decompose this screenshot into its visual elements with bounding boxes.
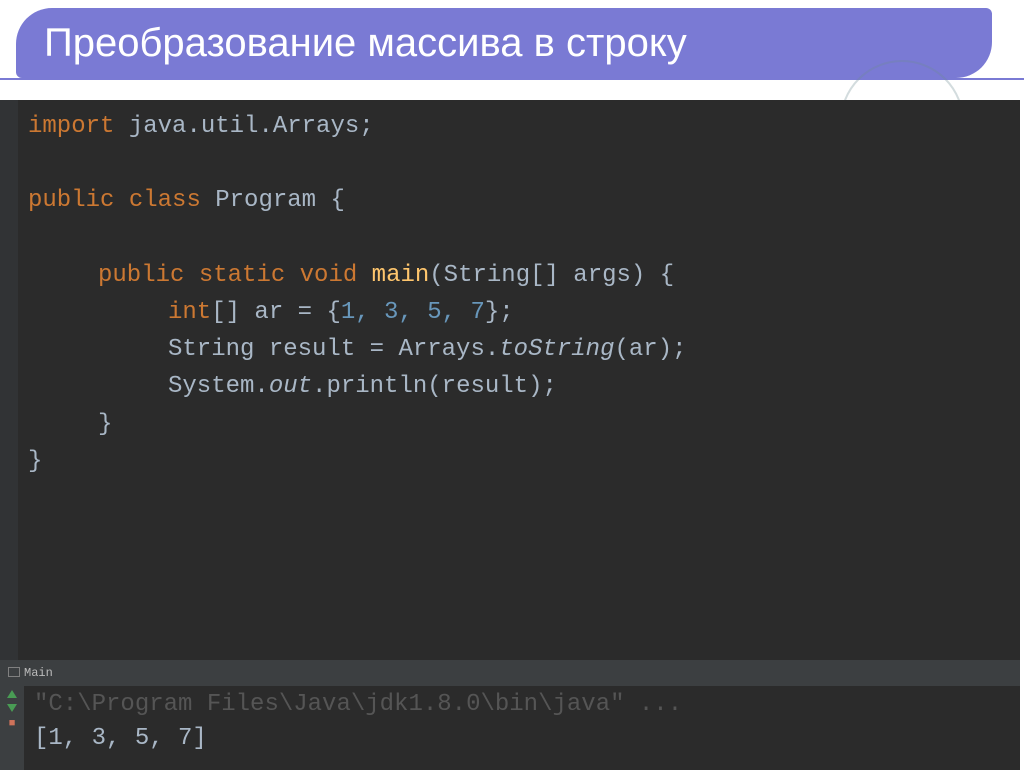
rerun-up-icon[interactable] bbox=[7, 690, 17, 698]
keyword-static: static bbox=[199, 262, 285, 289]
string-result-b: (ar); bbox=[614, 336, 686, 363]
code-line: public static void main(String[] args) { bbox=[28, 257, 1020, 294]
code-line: System.out.println(result); bbox=[28, 368, 1020, 405]
println-call: .println(result); bbox=[312, 373, 557, 400]
title-background: Преобразование массива в строку bbox=[16, 8, 992, 78]
code-content: import java.util.Arrays; public class Pr… bbox=[28, 108, 1020, 480]
run-config-icon bbox=[8, 667, 20, 679]
code-line: } bbox=[28, 406, 1020, 443]
method-tostring: toString bbox=[499, 336, 614, 363]
console-output: "C:\Program Files\Java\jdk1.8.0\bin\java… bbox=[24, 686, 692, 770]
keyword-int: int bbox=[168, 299, 211, 326]
editor-gutter bbox=[0, 100, 18, 660]
rerun-down-icon[interactable] bbox=[7, 704, 17, 712]
arr-decl: [] ar = { bbox=[211, 299, 341, 326]
class-name: Program bbox=[215, 187, 316, 214]
keyword-public: public bbox=[28, 187, 114, 214]
code-line: int[] ar = {1, 3, 5, 7}; bbox=[28, 294, 1020, 331]
blank-line bbox=[28, 145, 1020, 182]
stop-icon[interactable]: ■ bbox=[9, 718, 16, 730]
blank-line bbox=[28, 220, 1020, 257]
console-command-path: "C:\Program Files\Java\jdk1.8.0\bin\java… bbox=[34, 688, 682, 722]
system: System. bbox=[168, 373, 269, 400]
keyword-void: void bbox=[300, 262, 358, 289]
main-params: (String[] args) { bbox=[429, 262, 674, 289]
keyword-import: import bbox=[28, 113, 114, 140]
string-result-a: String result = Arrays. bbox=[168, 336, 499, 363]
code-line: } bbox=[28, 443, 1020, 480]
console-header: Main bbox=[0, 660, 1020, 686]
arr-end: }; bbox=[485, 299, 514, 326]
keyword-public: public bbox=[98, 262, 184, 289]
keyword-class: class bbox=[129, 187, 201, 214]
array-values: 1, 3, 5, 7 bbox=[341, 299, 485, 326]
slide-title: Преобразование массива в строку bbox=[44, 21, 687, 66]
code-editor: import java.util.Arrays; public class Pr… bbox=[0, 100, 1020, 660]
code-line: String result = Arrays.toString(ar); bbox=[28, 331, 1020, 368]
out-field: out bbox=[269, 373, 312, 400]
console-panel: Main ■ "C:\Program Files\Java\jdk1.8.0\b… bbox=[0, 660, 1020, 770]
method-main: main bbox=[372, 262, 430, 289]
console-body: ■ "C:\Program Files\Java\jdk1.8.0\bin\ja… bbox=[0, 686, 1020, 770]
code-line: import java.util.Arrays; bbox=[28, 108, 1020, 145]
code-line: public class Program { bbox=[28, 182, 1020, 219]
console-tab-label: Main bbox=[24, 666, 53, 680]
console-output-line: [1, 3, 5, 7] bbox=[34, 722, 682, 756]
import-package: java.util.Arrays; bbox=[129, 113, 374, 140]
console-toolbar: ■ bbox=[0, 686, 24, 770]
